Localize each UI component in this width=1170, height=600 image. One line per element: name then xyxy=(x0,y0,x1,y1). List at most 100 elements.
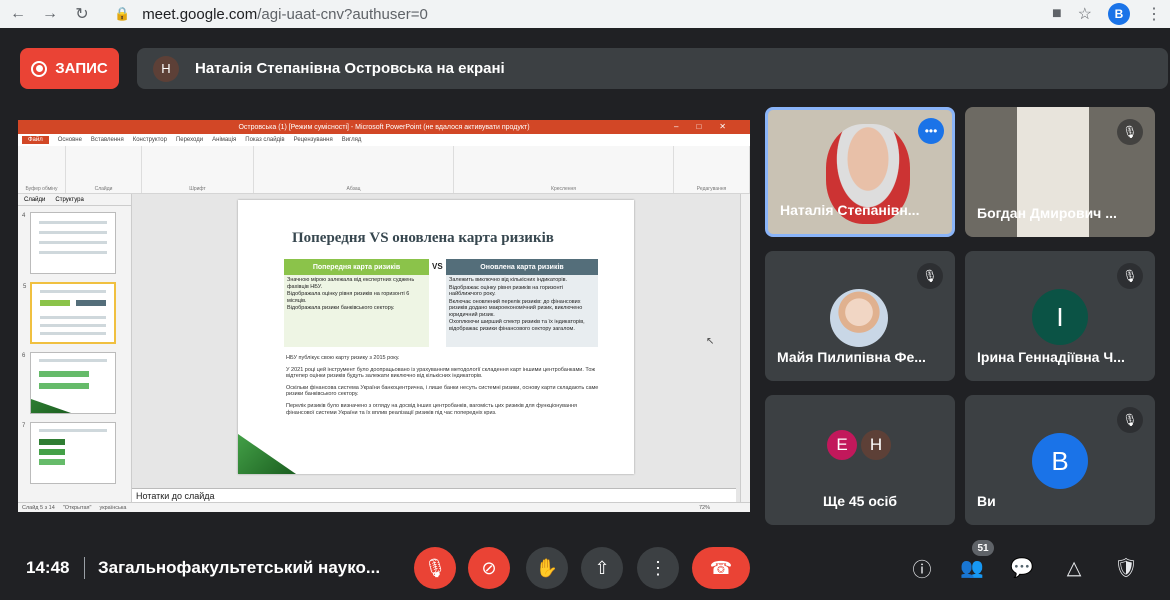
participant-name: Наталія Степанівн... xyxy=(780,202,920,218)
right-box-header: Оновлена карта ризиків xyxy=(446,259,598,275)
more-options-button[interactable]: ⋮ xyxy=(637,547,679,589)
chat-icon[interactable]: 💬 xyxy=(1008,554,1036,582)
right-box-body: Залежить виключно від кількісних індикат… xyxy=(446,275,598,347)
ribbon-group: Буфер обміну xyxy=(18,146,66,193)
ppt-tab: Переходи xyxy=(175,137,204,143)
ppt-tab: Показ слайдів xyxy=(245,137,285,143)
ppt-status-bar: Слайд 5 з 14 "Открытая" українська 72% xyxy=(18,502,750,512)
ribbon-group-label: Буфер обміну xyxy=(25,186,58,192)
address-bar[interactable]: 🔒 meet.google.com/agi-uaat-cnv?authuser=… xyxy=(114,6,428,23)
more-vert-icon: ⋮ xyxy=(649,557,667,578)
raise-hand-button[interactable]: ✋ xyxy=(526,547,568,589)
back-arrow-icon[interactable]: ← xyxy=(4,2,32,26)
slide-bullets: НБУ публікує свою карту ризику з 2015 ро… xyxy=(286,355,606,421)
activities-icon[interactable]: △ xyxy=(1060,554,1088,582)
thumb-number: 5 xyxy=(23,284,27,290)
record-icon xyxy=(31,60,48,77)
ribbon-group-label: Редагування xyxy=(696,186,727,192)
participant-name: Богдан Дмирович ... xyxy=(977,205,1117,221)
shared-screen: Островська (1) [Режим сумісності] - Micr… xyxy=(18,120,750,512)
menu-kebab-icon[interactable]: ⋮ xyxy=(1146,4,1162,24)
present-button[interactable]: ⇧ xyxy=(581,547,623,589)
vs-label: VS xyxy=(432,262,443,271)
slide-title: Попередня VS оновлена карта ризиків xyxy=(292,230,554,246)
people-icon[interactable]: 👥 xyxy=(958,554,986,582)
meeting-name: Загальнофакультетський науко... xyxy=(98,558,381,577)
right-item: Охоплюючи ширший спектр ризиків та їх ін… xyxy=(449,319,585,332)
ribbon-group-label: Абзац xyxy=(346,186,361,192)
ribbon-group: Абзац xyxy=(254,146,454,193)
thumb-tab: Слайди xyxy=(24,196,46,203)
ppt-tab: Конструктор xyxy=(132,137,167,143)
mic-off-icon: 🎙 xyxy=(917,263,943,289)
participant-photo xyxy=(830,289,888,347)
ribbon-group-label: Креслення xyxy=(551,186,576,192)
thumb-number: 7 xyxy=(22,423,26,429)
slide-thumbnail-selected: 5 xyxy=(23,282,116,344)
record-label: ЗАПИС xyxy=(55,60,108,77)
ribbon-group: Слайди xyxy=(66,146,142,193)
participant-tile[interactable]: ••• Наталія Степанівн... xyxy=(765,107,955,237)
profile-avatar[interactable]: B xyxy=(1108,3,1130,25)
meeting-time: 14:48 xyxy=(26,558,70,577)
browser-toolbar: ← → ↻ 🔒 meet.google.com/agi-uaat-cnv?aut… xyxy=(0,0,1170,28)
url-path: /agi-uaat-cnv?authuser=0 xyxy=(257,5,428,23)
mic-off-icon: 🎙 xyxy=(1117,407,1143,433)
participant-avatar: Е xyxy=(825,428,859,462)
thumb-number: 6 xyxy=(22,353,26,359)
mic-toggle-button[interactable]: 🎙 xyxy=(414,547,456,589)
leave-call-button[interactable]: ☎ xyxy=(692,547,750,589)
ribbon-group-label: Слайди xyxy=(94,186,113,192)
slide-thumbnail: 7 xyxy=(22,422,116,484)
participant-name: Майя Пилипівна Фе... xyxy=(777,349,926,365)
ribbon-group-label: Шрифт xyxy=(189,186,206,192)
participant-tile[interactable]: 🎙 Богдан Дмирович ... xyxy=(965,107,1155,237)
info-icon[interactable]: ⓘ xyxy=(908,554,936,582)
thumb-tabs: Слайди Структура xyxy=(18,194,131,206)
lock-icon: 🔒 xyxy=(114,6,131,21)
slide-editor: Попередня VS оновлена карта ризиків Попе… xyxy=(132,194,750,502)
thumb-number: 4 xyxy=(22,213,26,219)
reload-icon[interactable]: ↻ xyxy=(68,2,96,26)
status-slide: Слайд 5 з 14 xyxy=(22,504,55,511)
participant-name: Ірина Геннадіївна Ч... xyxy=(977,349,1125,365)
left-box-header: Попередня карта ризиків xyxy=(284,259,429,275)
slide-bullet: Перелік ризиків було визначено з огляду … xyxy=(286,402,578,416)
present-screen-icon: ⇧ xyxy=(594,557,610,578)
thumb-tab: Структура xyxy=(55,196,84,203)
star-icon[interactable]: ☆ xyxy=(1078,4,1092,24)
forward-arrow-icon[interactable]: → xyxy=(36,2,64,26)
ppt-ribbon: Буфер обміну Слайди Шрифт Абзац Кресленн… xyxy=(18,146,750,194)
slide-bullet: НБУ публікує свою карту ризику з 2015 ро… xyxy=(286,355,400,361)
left-box-body: Значною мірою залежала від експертних су… xyxy=(284,275,429,347)
mic-off-icon: 🎙 xyxy=(1117,119,1143,145)
mouse-cursor-icon: ↖ xyxy=(706,336,715,347)
ppt-tab: Вигляд xyxy=(341,137,362,143)
ppt-ribbon-tabs: Файл Основне Вставлення Конструктор Пере… xyxy=(18,134,750,146)
left-item: Відображала ризики банківського сектору. xyxy=(287,305,395,311)
more-participants-label: Ще 45 осіб xyxy=(822,493,898,509)
participant-name: Ви xyxy=(977,493,996,509)
slide-thumbnail: 6 xyxy=(22,352,116,414)
status-language: українська xyxy=(99,504,127,511)
ppt-tab: Основне xyxy=(57,137,82,143)
status-theme: "Открытая" xyxy=(62,504,92,511)
slide-bullet: У 2021 році цей інструмент було доопраць… xyxy=(286,366,595,380)
slide-thumbnail: 4 xyxy=(22,212,116,274)
participant-tile[interactable]: 🎙 Майя Пилипівна Фе... xyxy=(765,251,955,381)
self-tile[interactable]: B 🎙 Ви xyxy=(965,395,1155,525)
camera-indicator-icon[interactable]: ■ xyxy=(1052,5,1062,23)
more-participants-tile[interactable]: Е Н Ще 45 осіб xyxy=(765,395,955,525)
participant-avatar: І xyxy=(1032,289,1088,345)
participant-tile[interactable]: І 🎙 Ірина Геннадіївна Ч... xyxy=(965,251,1155,381)
record-button[interactable]: ЗАПИС xyxy=(20,48,119,89)
presenting-banner: Н Наталія Степанівна Островська на екран… xyxy=(137,48,1168,89)
ppt-tab: Файл xyxy=(22,136,49,144)
camera-toggle-button[interactable]: ⊘ xyxy=(468,547,510,589)
phone-hangup-icon: ☎ xyxy=(709,557,733,578)
right-item: Залежить виключно від кількісних індикат… xyxy=(449,277,568,283)
status-zoom: 72% xyxy=(698,504,710,511)
presenting-text: Наталія Степанівна Островська на екрані xyxy=(195,60,505,77)
more-options-icon[interactable]: ••• xyxy=(918,118,944,144)
host-controls-icon[interactable]: 🛡 xyxy=(1112,554,1140,582)
